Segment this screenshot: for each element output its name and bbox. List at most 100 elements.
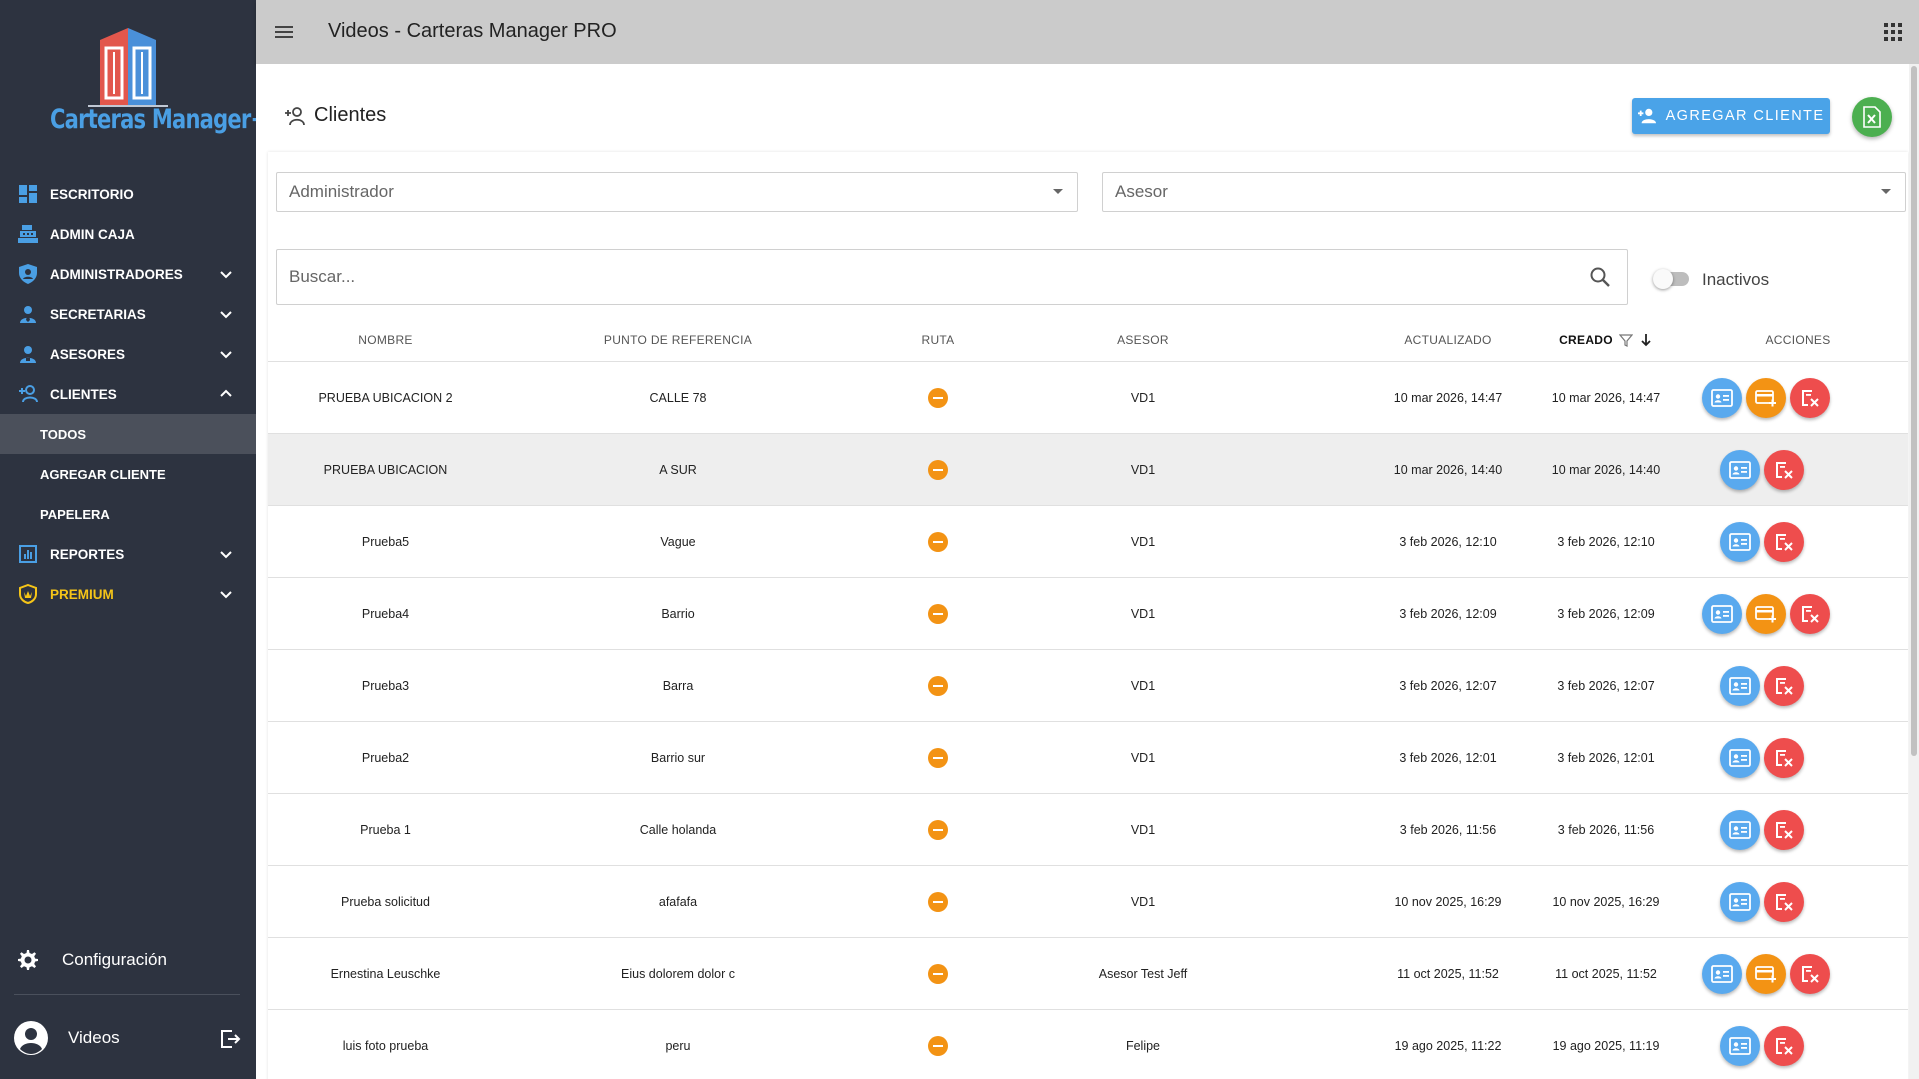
edit-client-button[interactable] bbox=[1720, 522, 1760, 562]
sidebar-item-secretarias[interactable]: SECRETARIAS bbox=[0, 294, 256, 334]
id-card-icon bbox=[1729, 893, 1751, 911]
delete-client-button[interactable] bbox=[1764, 522, 1804, 562]
sidebar-item-admin-caja[interactable]: ADMIN CAJA bbox=[0, 214, 256, 254]
search-icon[interactable] bbox=[1589, 266, 1611, 288]
cell-nombre: Prueba solicitud bbox=[341, 895, 430, 909]
delete-client-button[interactable] bbox=[1790, 594, 1830, 634]
cell-acciones bbox=[1716, 506, 1804, 578]
export-excel-button[interactable] bbox=[1852, 97, 1892, 137]
column-header-asesor[interactable]: ASESOR bbox=[968, 318, 1318, 362]
delete-client-button[interactable] bbox=[1764, 450, 1804, 490]
toggle-knob bbox=[1653, 269, 1673, 289]
cell-acciones bbox=[1698, 362, 1830, 434]
delete-list-icon bbox=[1802, 606, 1819, 623]
cell-asesor: VD1 bbox=[1130, 895, 1156, 909]
sidebar-subitem-papelera[interactable]: PAPELERA bbox=[0, 494, 256, 534]
table-row[interactable]: PRUEBA UBICACION 2 CALLE 78 VD1 10 mar 2026… bbox=[268, 362, 1908, 434]
table-row[interactable]: PRUEBA UBICACION A SUR VD1 10 mar 2026, 14:… bbox=[268, 434, 1908, 506]
ruta-status-icon[interactable] bbox=[928, 532, 948, 552]
cell-referencia: CALLE 78 bbox=[649, 391, 707, 405]
ruta-status-icon[interactable] bbox=[928, 964, 948, 984]
sidebar-configuracion[interactable]: Configuración bbox=[0, 938, 256, 982]
sidebar-item-administradores[interactable]: ADMINISTRADORES bbox=[0, 254, 256, 294]
hamburger-menu-icon[interactable] bbox=[272, 20, 296, 44]
delete-list-icon bbox=[1776, 822, 1793, 839]
table-row[interactable]: Prueba3 Barra VD1 3 feb 2026, 12:07 3 feb 20… bbox=[268, 650, 1908, 722]
asesor-select[interactable]: Asesor bbox=[1102, 172, 1906, 212]
sidebar-item-asesores[interactable]: ASESORES bbox=[0, 334, 256, 374]
column-header-creado[interactable]: CREADO bbox=[1536, 318, 1676, 362]
add-credit-button[interactable] bbox=[1746, 954, 1786, 994]
sidebar-item-escritorio[interactable]: ESCRITORIO bbox=[0, 174, 256, 214]
ruta-status-icon[interactable] bbox=[928, 604, 948, 624]
add-client-button[interactable]: AGREGAR CLIENTE bbox=[1632, 98, 1830, 134]
sort-descending-icon[interactable] bbox=[1639, 333, 1653, 347]
chevron-down-icon bbox=[220, 271, 232, 279]
sidebar-subitem-agregar-cliente[interactable]: AGREGAR CLIENTE bbox=[0, 454, 256, 494]
edit-client-button[interactable] bbox=[1720, 666, 1760, 706]
delete-list-icon bbox=[1776, 462, 1793, 479]
sidebar-item-reportes[interactable]: REPORTES bbox=[0, 534, 256, 574]
credit-card-add-icon bbox=[1755, 606, 1776, 623]
credit-card-add-icon bbox=[1755, 390, 1776, 407]
delete-client-button[interactable] bbox=[1764, 666, 1804, 706]
add-user-icon bbox=[1637, 108, 1656, 124]
user-profile[interactable]: Videos bbox=[0, 1018, 256, 1058]
delete-client-button[interactable] bbox=[1764, 810, 1804, 850]
apps-grid-icon[interactable] bbox=[1883, 22, 1903, 42]
table-row[interactable]: Prueba5 Vague VD1 3 feb 2026, 12:10 3 feb 20… bbox=[268, 506, 1908, 578]
add-credit-button[interactable] bbox=[1746, 594, 1786, 634]
edit-client-button[interactable] bbox=[1720, 738, 1760, 778]
cell-nombre: PRUEBA UBICACION bbox=[323, 463, 448, 477]
edit-client-button[interactable] bbox=[1702, 954, 1742, 994]
ruta-status-icon[interactable] bbox=[928, 748, 948, 768]
table-row[interactable]: Prueba2 Barrio sur VD1 3 feb 2026, 12:01 3 f… bbox=[268, 722, 1908, 794]
add-credit-button[interactable] bbox=[1746, 378, 1786, 418]
table-row[interactable]: Prueba 1 Calle holanda VD1 3 feb 2026, 11:5… bbox=[268, 794, 1908, 866]
delete-client-button[interactable] bbox=[1764, 1026, 1804, 1066]
delete-list-icon bbox=[1776, 894, 1793, 911]
table-row[interactable]: Ernestina Leuschke Eius dolorem dolor c As… bbox=[268, 938, 1908, 1010]
ruta-status-icon[interactable] bbox=[928, 388, 948, 408]
logout-icon[interactable] bbox=[218, 1027, 242, 1051]
ruta-status-icon[interactable] bbox=[928, 892, 948, 912]
sidebar-item-label: ADMINISTRADORES bbox=[50, 266, 183, 282]
delete-client-button[interactable] bbox=[1790, 954, 1830, 994]
table-row[interactable]: Prueba4 Barrio VD1 3 feb 2026, 12:09 3 feb 2… bbox=[268, 578, 1908, 650]
sidebar-item-premium[interactable]: PREMIUM bbox=[0, 574, 256, 614]
edit-client-button[interactable] bbox=[1720, 882, 1760, 922]
column-header-acciones: ACCIONES bbox=[1765, 333, 1831, 347]
edit-client-button[interactable] bbox=[1702, 594, 1742, 634]
ruta-status-icon[interactable] bbox=[928, 820, 948, 840]
app-title: Videos - Carteras Manager PRO bbox=[328, 20, 617, 42]
table-row[interactable]: luis foto prueba peru Felipe 19 ago 2025, 1… bbox=[268, 1010, 1908, 1079]
edit-client-button[interactable] bbox=[1702, 378, 1742, 418]
ruta-status-icon[interactable] bbox=[928, 676, 948, 696]
table-row[interactable]: Prueba solicitud afafafa VD1 10 nov 2025, 1… bbox=[268, 866, 1908, 938]
delete-client-button[interactable] bbox=[1764, 738, 1804, 778]
cell-actualizado: 11 oct 2025, 11:52 bbox=[1397, 967, 1499, 981]
filter-icon[interactable] bbox=[1618, 333, 1633, 347]
page-scrollbar[interactable] bbox=[1909, 64, 1919, 1079]
delete-client-button[interactable] bbox=[1790, 378, 1830, 418]
sidebar-item-clientes[interactable]: CLIENTES bbox=[0, 374, 256, 414]
column-header-punto-referencia[interactable]: PUNTO DE REFERENCIA bbox=[503, 318, 853, 362]
ruta-status-icon[interactable] bbox=[928, 460, 948, 480]
edit-client-button[interactable] bbox=[1720, 810, 1760, 850]
edit-client-button[interactable] bbox=[1720, 450, 1760, 490]
ruta-status-icon[interactable] bbox=[928, 1036, 948, 1056]
column-header-nombre[interactable]: NOMBRE bbox=[268, 318, 503, 362]
scrollbar-thumb[interactable] bbox=[1911, 66, 1917, 756]
column-header-actualizado[interactable]: ACTUALIZADO bbox=[1328, 318, 1568, 362]
search-input[interactable] bbox=[276, 249, 1628, 305]
brand-logo[interactable]: Carteras Manager+ bbox=[28, 22, 268, 147]
administrador-select[interactable]: Administrador bbox=[276, 172, 1078, 212]
delete-client-button[interactable] bbox=[1764, 882, 1804, 922]
id-card-icon bbox=[1729, 461, 1751, 479]
edit-client-button[interactable] bbox=[1720, 1026, 1760, 1066]
cell-referencia: Calle holanda bbox=[639, 823, 717, 837]
cell-nombre: Ernestina Leuschke bbox=[330, 967, 441, 981]
inactivos-toggle[interactable] bbox=[1653, 269, 1689, 289]
add-user-icon bbox=[285, 106, 305, 125]
sidebar-subitem-todos[interactable]: TODOS bbox=[0, 414, 256, 454]
